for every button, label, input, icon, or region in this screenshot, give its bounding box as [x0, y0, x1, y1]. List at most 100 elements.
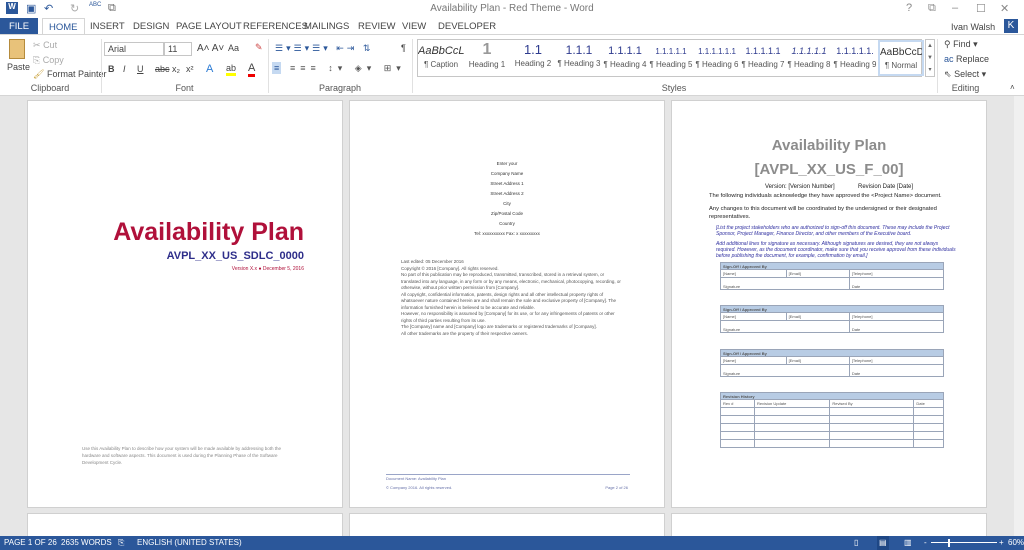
ribbon-display-button[interactable]: ⧉: [928, 2, 936, 15]
email-cell[interactable]: [Email]: [785, 356, 850, 365]
tab-file[interactable]: FILE: [0, 18, 38, 35]
tab-developer[interactable]: DEVELOPER: [432, 18, 502, 35]
style-heading-1[interactable]: 1 Heading 1: [464, 40, 510, 76]
approvals-code: [AVPL_XX_US_F_00]: [754, 161, 904, 178]
table-row[interactable]: [720, 407, 944, 416]
zoom-slider[interactable]: [931, 542, 997, 543]
format-painter-button[interactable]: 🖌 Format Painter: [33, 69, 106, 80]
name-cell[interactable]: [Name]: [720, 356, 787, 365]
style-heading-8[interactable]: 1.1.1.1.1 ¶ Heading 8: [786, 40, 832, 76]
style-heading-5[interactable]: 1.1.1.1.1 ¶ Heading 5: [648, 40, 694, 76]
select-button[interactable]: ⇖ Select ▾: [944, 69, 986, 80]
name-cell[interactable]: [Name]: [720, 269, 787, 278]
tab-page-layout[interactable]: PAGE LAYOUT: [170, 18, 248, 35]
style-heading-4[interactable]: 1.1.1.1 ¶ Heading 4: [602, 40, 648, 76]
style-normal[interactable]: AaBbCcD ¶ Normal: [878, 40, 924, 76]
phone-cell[interactable]: [Telephone]: [848, 269, 945, 278]
print-layout-icon[interactable]: ▤: [877, 536, 889, 550]
bold-button[interactable]: B: [108, 64, 115, 74]
table-row[interactable]: [720, 423, 944, 432]
style-heading-3[interactable]: 1.1.1 ¶ Heading 3: [556, 40, 602, 76]
email-cell[interactable]: [Email]: [785, 312, 850, 321]
underline-button[interactable]: U: [137, 64, 144, 74]
align-left-button[interactable]: ≡: [272, 62, 282, 74]
change-case-button[interactable]: Aa: [228, 43, 239, 53]
show-marks-button[interactable]: ¶: [401, 43, 406, 53]
find-label: Find: [953, 39, 971, 49]
font-size-select[interactable]: 11: [164, 42, 192, 56]
help-button[interactable]: ?: [906, 2, 912, 14]
strikethrough-button[interactable]: abc: [155, 64, 170, 74]
superscript-button[interactable]: x²: [186, 64, 194, 74]
email-cell[interactable]: [Email]: [785, 269, 850, 278]
name-cell[interactable]: [Name]: [720, 312, 787, 321]
user-name[interactable]: Ivan Walsh: [951, 22, 995, 32]
signature-cell[interactable]: Signature: [720, 320, 850, 333]
font-color-icon[interactable]: A: [248, 62, 256, 77]
replace-button[interactable]: ac Replace: [944, 54, 989, 64]
copy-label: Copy: [42, 55, 64, 65]
tab-insert[interactable]: INSERT: [84, 18, 131, 35]
copy-button[interactable]: ⎘ Copy: [33, 55, 64, 66]
replace-label: Replace: [956, 54, 990, 64]
tab-design[interactable]: DESIGN: [127, 18, 175, 35]
highlight-icon[interactable]: ab: [226, 63, 237, 76]
zoom-slider-thumb[interactable]: [948, 539, 950, 547]
phone-cell[interactable]: [Telephone]: [848, 312, 945, 321]
zoom-out-button[interactable]: -: [924, 538, 927, 547]
zoom-in-button[interactable]: +: [999, 538, 1004, 547]
table-row[interactable]: [720, 439, 944, 448]
page-copyright[interactable]: Enter your Company Name Street Address 1…: [349, 100, 665, 508]
user-avatar[interactable]: K: [1004, 19, 1018, 33]
cut-button[interactable]: ✂ Cut: [33, 40, 57, 51]
page-count[interactable]: PAGE 1 OF 26: [4, 538, 57, 547]
list-buttons[interactable]: ☰▾☰▾☰▾ ⇤⇥ ⇅: [275, 43, 373, 54]
style-caption[interactable]: AaBbCcL ¶ Caption: [418, 40, 464, 76]
paste-icon[interactable]: [9, 39, 25, 59]
tab-mailings[interactable]: MAILINGS: [298, 18, 355, 35]
zoom-level[interactable]: 60%: [1008, 538, 1024, 547]
grow-font-icon[interactable]: A˄ A˅: [197, 43, 224, 54]
date-cell[interactable]: Date: [848, 277, 945, 290]
footer-copyright: © Company 2016. All rights reserved.: [386, 485, 453, 490]
find-button[interactable]: ⚲ Find ▾: [944, 39, 978, 50]
page-cover[interactable]: Availability Plan AVPL_XX_US_SDLC_0000 V…: [27, 100, 343, 508]
italic-button[interactable]: I: [123, 64, 126, 74]
tab-review[interactable]: REVIEW: [352, 18, 401, 35]
close-button[interactable]: ✕: [1000, 2, 1009, 15]
gallery-scroll-buttons[interactable]: ▲ ▼ ▾: [925, 39, 935, 77]
style-sample: 1.1: [523, 42, 543, 57]
vertical-scrollbar[interactable]: [1014, 96, 1024, 536]
tab-view[interactable]: VIEW: [396, 18, 432, 35]
font-name-select[interactable]: Arial: [104, 42, 164, 56]
minimize-button[interactable]: –: [952, 2, 958, 14]
word-count[interactable]: 2635 WORDS: [61, 538, 112, 547]
styles-gallery: AaBbCcL ¶ Caption 1 Heading 1 1.1 Heading 2…: [417, 39, 935, 77]
table-row[interactable]: [720, 431, 944, 440]
clear-formatting-icon[interactable]: ✎: [255, 42, 263, 53]
divider: [268, 39, 269, 93]
style-heading-6[interactable]: 1.1.1.1.1.1 ¶ Heading 6: [694, 40, 740, 76]
page-approvals[interactable]: Availability Plan [AVPL_XX_US_F_00] Vers…: [671, 100, 987, 508]
signoff-header: Sign-Off / Approved By: [720, 349, 944, 357]
tab-home[interactable]: HOME: [42, 18, 85, 35]
table-row[interactable]: [720, 415, 944, 424]
text-effects-icon[interactable]: A: [206, 63, 213, 75]
subscript-button[interactable]: x₂: [172, 64, 180, 74]
signature-cell[interactable]: Signature: [720, 277, 850, 290]
style-heading-2[interactable]: 1.1 Heading 2: [510, 40, 556, 76]
signature-cell[interactable]: Signature: [720, 364, 850, 377]
proofing-icon[interactable]: ⎘: [118, 538, 124, 548]
language[interactable]: ENGLISH (UNITED STATES): [137, 538, 242, 547]
phone-cell[interactable]: [Telephone]: [848, 356, 945, 365]
collapse-ribbon-icon[interactable]: ˄: [1010, 83, 1015, 92]
style-heading-7[interactable]: 1.1.1.1.1 ¶ Heading 7: [740, 40, 786, 76]
alignment-buttons[interactable]: ≡≡≡ ↕▾ ◈▾ ⊞▾: [290, 63, 406, 74]
maximize-button[interactable]: ☐: [976, 2, 986, 15]
web-layout-icon[interactable]: ▥: [904, 538, 912, 547]
read-mode-icon[interactable]: ▯: [854, 538, 858, 547]
date-cell[interactable]: Date: [848, 364, 945, 377]
date-cell[interactable]: Date: [848, 320, 945, 333]
paste-button[interactable]: Paste: [7, 62, 30, 72]
style-heading-9[interactable]: 1.1.1.1.1. ¶ Heading 9: [832, 40, 878, 76]
